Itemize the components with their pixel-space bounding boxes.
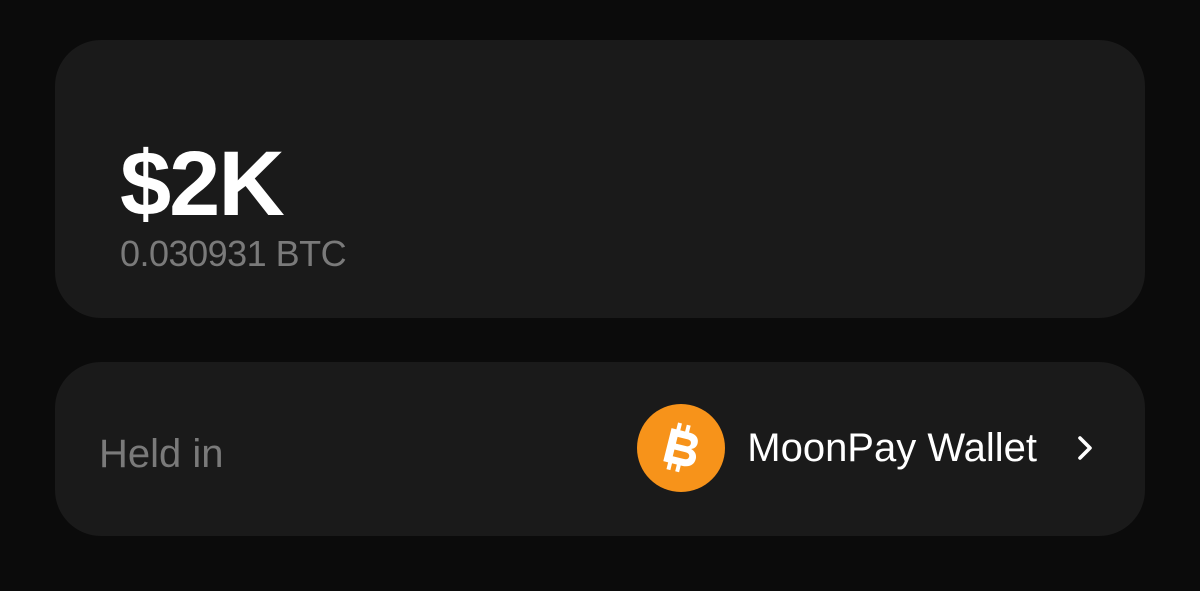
- held-in-label: Held in: [99, 432, 224, 476]
- chevron-right-icon[interactable]: [1075, 433, 1095, 463]
- bitcoin-icon: [637, 404, 726, 492]
- fiat-balance: $2K: [120, 133, 285, 235]
- held-in-card[interactable]: Held in MoonPay Wallet: [55, 362, 1145, 536]
- wallet-name: MoonPay Wallet: [747, 426, 1037, 470]
- bitcoin-glyph: [663, 422, 699, 473]
- crypto-balance: 0.030931 BTC: [120, 233, 347, 274]
- balance-card: $2K 0.030931 BTC: [55, 40, 1145, 318]
- wallet-link[interactable]: MoonPay Wallet: [637, 403, 1095, 493]
